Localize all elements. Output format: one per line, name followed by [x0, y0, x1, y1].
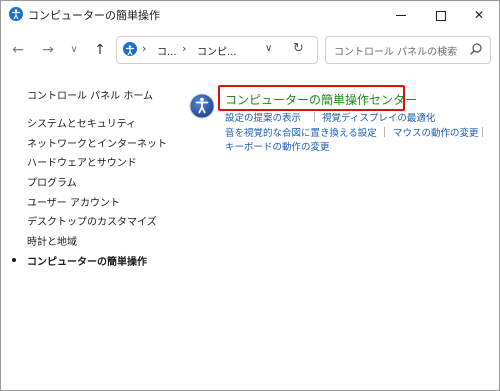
- forward-button[interactable]: →: [39, 41, 57, 59]
- search-icon: [470, 43, 482, 55]
- sidebar-item-hardware-sound[interactable]: ハードウェアとサウンド: [27, 154, 137, 169]
- minimize-button[interactable]: [381, 1, 421, 29]
- breadcrumb-item[interactable]: コンピ...: [197, 43, 237, 58]
- back-button[interactable]: ←: [9, 41, 27, 59]
- link-divider: [314, 112, 315, 122]
- control-panel-window: コンピューターの簡単操作 ✕ ← → ∨ ↑ › コ... › コンピ... ∨…: [0, 0, 500, 391]
- close-icon: ✕: [473, 8, 485, 22]
- window-title: コンピューターの簡単操作: [28, 9, 160, 22]
- sidebar-item-user-accounts[interactable]: ユーザー アカウント: [27, 194, 120, 209]
- accessibility-icon: [9, 7, 23, 21]
- chevron-down-icon[interactable]: ∨: [265, 43, 272, 54]
- arrow-up-icon: ↑: [94, 42, 106, 58]
- search-input[interactable]: コントロール パネルの検索: [325, 36, 491, 64]
- breadcrumb-item[interactable]: コ...: [157, 43, 177, 58]
- navigation-bar: ← → ∨ ↑ › コ... › コンピ... ∨ ↻ コントロール パネルの検…: [1, 29, 499, 71]
- close-button[interactable]: ✕: [459, 1, 499, 29]
- replace-sounds-link[interactable]: 音を視覚的な合図に置き換える設定: [225, 125, 377, 139]
- sidebar-item-programs[interactable]: プログラム: [27, 174, 77, 189]
- get-recommendations-link[interactable]: 設定の提案の表示: [225, 110, 301, 124]
- change-keyboard-link[interactable]: キーボードの動作の変更: [225, 139, 330, 153]
- sidebar-item-home[interactable]: コントロール パネル ホーム: [27, 87, 153, 102]
- search-placeholder: コントロール パネルの検索: [334, 47, 458, 58]
- breadcrumb-separator-icon: ›: [182, 42, 187, 55]
- accessibility-icon: [123, 42, 137, 56]
- arrow-left-icon: ←: [12, 42, 24, 58]
- sidebar-item-system-security[interactable]: システムとセキュリティ: [27, 115, 136, 130]
- breadcrumb-separator-icon: ›: [142, 42, 147, 55]
- arrow-right-icon: →: [42, 42, 54, 58]
- title-bar: コンピューターの簡単操作 ✕: [1, 1, 499, 29]
- recent-locations-button[interactable]: ∨: [65, 41, 83, 59]
- sidebar-item-clock-region[interactable]: 時計と地域: [27, 233, 77, 248]
- optimize-visual-display-link[interactable]: 視覚ディスプレイの最適化: [322, 110, 435, 124]
- ease-of-access-center-link[interactable]: コンピューターの簡単操作センター: [225, 91, 417, 108]
- sidebar-item-network[interactable]: ネットワークとインターネット: [27, 135, 167, 150]
- chevron-down-icon: ∨: [70, 44, 78, 55]
- maximize-button[interactable]: [421, 1, 461, 29]
- current-item-bullet: [12, 258, 16, 262]
- address-bar[interactable]: › コ... › コンピ... ∨ ↻: [116, 36, 318, 64]
- minimize-icon: [396, 15, 406, 16]
- link-divider: [384, 127, 385, 137]
- sidebar-item-personalization[interactable]: デスクトップのカスタマイズ: [27, 213, 157, 228]
- sidebar-item-ease-of-access: コンピューターの簡単操作: [27, 257, 147, 268]
- link-divider: [482, 127, 483, 137]
- refresh-icon[interactable]: ↻: [293, 41, 304, 56]
- change-mouse-link[interactable]: マウスの動作の変更: [393, 125, 479, 139]
- maximize-icon: [436, 10, 446, 21]
- ease-of-access-center-icon: [189, 93, 215, 119]
- up-button[interactable]: ↑: [91, 41, 109, 59]
